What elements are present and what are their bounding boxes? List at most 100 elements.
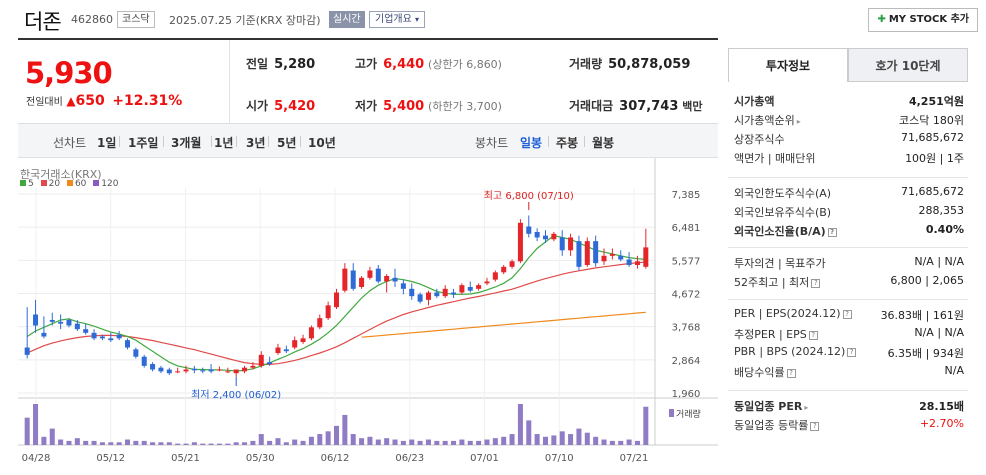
- volume-bar: [501, 436, 507, 445]
- candle-body: [325, 305, 331, 319]
- volume-bar: [342, 414, 348, 445]
- help-icon[interactable]: ?: [808, 331, 818, 340]
- tab-order-book[interactable]: 호가 10단계: [848, 48, 968, 82]
- volume-bar: [267, 440, 273, 445]
- volume-bar: [484, 439, 490, 445]
- volume-bar: [333, 425, 340, 445]
- help-icon[interactable]: ?: [811, 279, 821, 288]
- period-5y[interactable]: 5년: [277, 134, 296, 151]
- my-stock-label: MY STOCK 추가: [888, 14, 969, 25]
- volume-bar: [609, 440, 615, 445]
- volume-bar: [417, 440, 423, 445]
- candle-body: [175, 371, 181, 373]
- candle-body: [367, 270, 373, 278]
- volume-bar: [308, 436, 314, 445]
- period-1y[interactable]: 1년: [214, 134, 233, 151]
- info-key[interactable]: 시가총액순위 ▸: [734, 112, 801, 128]
- info-value: N/A | N/A: [914, 326, 964, 339]
- volume-bar: [191, 442, 197, 445]
- volume-bar: [392, 439, 398, 445]
- period-1w[interactable]: 1주일: [128, 134, 158, 151]
- candle-body: [292, 340, 298, 348]
- info-key[interactable]: 추정PER | EPS?: [734, 326, 818, 342]
- panel-divider: [728, 247, 968, 248]
- corp-info-dropdown[interactable]: 기업개요 ▾: [369, 11, 426, 28]
- y-tick-label: 2,864: [672, 356, 701, 367]
- candle-chart-svg[interactable]: 7,3856,4815,5774,6723,7682,8641,96004/28…: [18, 158, 718, 475]
- info-key[interactable]: 외국인소진율(B/A)?: [734, 223, 837, 239]
- info-key[interactable]: 동일업종 PER ▸: [734, 398, 808, 414]
- info-row: 추정PER | EPS? N/A | N/A: [734, 326, 964, 342]
- volume-bar: [492, 438, 498, 445]
- info-row: PER | EPS(2024.12)? 36.83배 | 161원: [734, 307, 964, 323]
- volume-bar: [350, 434, 356, 445]
- chevron-right-icon[interactable]: ▸: [797, 117, 801, 126]
- volume-bar: [325, 431, 331, 445]
- candle-body: [233, 369, 239, 374]
- candle-monthly[interactable]: 월봉: [592, 134, 614, 151]
- volume-bar: [99, 442, 105, 445]
- tab-invest-info[interactable]: 투자정보: [728, 48, 848, 82]
- candle-body: [392, 277, 398, 282]
- max-price-label: 최고 6,800 (07/10): [484, 190, 574, 202]
- panel-divider: [728, 299, 968, 300]
- period-10y[interactable]: 10년: [308, 134, 336, 151]
- candle-body: [83, 329, 89, 333]
- current-price: 5,930: [25, 56, 113, 90]
- candle-body: [643, 247, 649, 267]
- candle-body: [124, 340, 131, 348]
- volume-bar: [133, 440, 139, 445]
- volume-bar: [242, 442, 248, 445]
- stock-chart[interactable]: 한국거래소(KRX) 5 20 60 120 7,385 6,481 5,577 4,…: [18, 158, 718, 475]
- help-icon[interactable]: ?: [810, 422, 820, 431]
- info-key: 외국인보유주식수(B): [734, 206, 832, 219]
- info-key: 상장주식수: [734, 133, 785, 146]
- period-3m[interactable]: 3개월: [171, 134, 201, 151]
- info-key[interactable]: 52주최고 | 최저?: [734, 274, 821, 290]
- help-icon[interactable]: ?: [786, 369, 796, 378]
- info-value: 36.83배 | 161원: [880, 309, 964, 322]
- candle-body: [342, 268, 348, 291]
- chevron-right-icon[interactable]: ▸: [804, 403, 808, 412]
- panel-divider: [728, 177, 968, 178]
- info-key[interactable]: 배당수익률?: [734, 364, 796, 380]
- volume-label: 거래량: [676, 408, 701, 420]
- info-key: 외국인한도주식수(A): [734, 187, 832, 200]
- help-icon[interactable]: ?: [847, 348, 857, 357]
- open-price: 시가 5,420: [246, 99, 316, 114]
- volume-bar: [459, 439, 465, 445]
- candle-body: [409, 288, 415, 297]
- info-key[interactable]: 동일업종 등락률?: [734, 417, 820, 433]
- help-icon[interactable]: ?: [842, 310, 852, 319]
- info-key[interactable]: PER | EPS(2024.12)?: [734, 307, 852, 320]
- candle-body: [593, 241, 599, 264]
- candle-body: [434, 292, 440, 297]
- candle-body: [216, 369, 222, 371]
- info-value: 6,800 | 2,065: [890, 274, 964, 287]
- candle-body: [442, 288, 448, 297]
- realtime-button[interactable]: 실시간: [329, 11, 365, 28]
- change-label: 전일대비: [26, 97, 63, 108]
- my-stock-add-button[interactable]: ✚ MY STOCK 추가: [868, 8, 978, 32]
- line-chart-label[interactable]: 선차트: [53, 134, 86, 151]
- period-3y[interactable]: 3년: [246, 134, 265, 151]
- candle-body: [116, 334, 122, 339]
- candle-body: [425, 292, 431, 300]
- info-row: 동일업종 등락률? +2.70%: [734, 417, 964, 433]
- candle-body: [509, 261, 515, 267]
- candle-chart-label[interactable]: 봉차트: [475, 134, 508, 151]
- info-value: 6.35배 | 934원: [887, 347, 964, 360]
- candle-daily[interactable]: 일봉: [520, 134, 542, 151]
- ma20-line: [26, 261, 646, 365]
- volume: 거래량 50,878,059: [569, 57, 691, 72]
- volume-bar: [375, 439, 381, 445]
- candle-body: [208, 369, 214, 372]
- candle-body: [601, 255, 607, 262]
- candle-weekly[interactable]: 주봉: [556, 134, 578, 151]
- period-1d[interactable]: 1일: [97, 134, 116, 151]
- help-icon[interactable]: ?: [827, 228, 837, 237]
- info-key[interactable]: PBR | BPS (2024.12)?: [734, 345, 857, 358]
- candle-body: [568, 237, 574, 251]
- candle-body: [634, 261, 640, 265]
- candle-body: [476, 285, 482, 289]
